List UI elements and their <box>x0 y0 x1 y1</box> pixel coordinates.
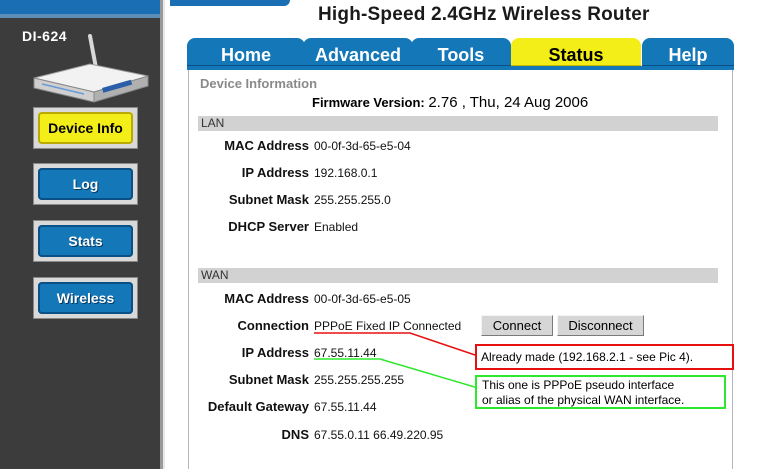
sidebar-top-stripe-secondary <box>0 14 160 18</box>
sidebar-item-label: Wireless <box>56 290 115 306</box>
tab-help[interactable]: Help <box>642 38 734 68</box>
wan-gateway-value: 67.55.11.44 <box>314 400 377 414</box>
green-annotation-callout: This one is PPPoE pseudo interface or al… <box>475 375 726 409</box>
green-annotation-line2: or alias of the physical WAN interface. <box>482 393 685 407</box>
lan-mac-label: MAC Address <box>224 138 309 153</box>
firmware-version: Firmware Version: 2.76 , Thu, 24 Aug 200… <box>312 94 588 111</box>
section-title: Device Information <box>200 76 318 91</box>
tab-label: Tools <box>437 45 485 65</box>
tab-home[interactable]: Home <box>187 38 305 68</box>
lan-mac-value: 00-0f-3d-65-e5-04 <box>314 139 411 153</box>
tab-label: Advanced <box>314 45 402 65</box>
wan-ip-value: 67.55.11.44 <box>314 346 377 360</box>
green-annotation-line1: This one is PPPoE pseudo interface <box>482 378 675 392</box>
tab-status[interactable]: Status <box>511 38 641 68</box>
wan-mac-label: MAC Address <box>224 291 309 306</box>
lan-mask-label: Subnet Mask <box>228 192 309 207</box>
wan-gateway-label: Default Gateway <box>207 399 309 414</box>
firmware-value: 2.76 , Thu, 24 Aug 2006 <box>428 94 589 111</box>
wan-connection-type: PPPoE Fixed IP <box>314 319 400 333</box>
wan-section-header: WAN <box>198 268 718 283</box>
sidebar-top-stripe <box>0 0 160 14</box>
tab-label: Home <box>220 45 271 65</box>
tab-label: Help <box>668 45 708 65</box>
sidebar-divider-light <box>163 0 165 469</box>
tab-advanced[interactable]: Advanced <box>303 38 413 68</box>
wan-mask-label: Subnet Mask <box>228 372 309 387</box>
sidebar-item-device-info[interactable]: Device Info <box>33 107 138 149</box>
tab-label: Status <box>548 45 604 65</box>
wan-mac-value: 00-0f-3d-65-e5-05 <box>314 292 411 306</box>
disconnect-button[interactable]: Disconnect <box>557 315 644 336</box>
model-label: DI-624 <box>22 28 68 44</box>
wan-dns-label: DNS <box>281 427 309 442</box>
header-accent <box>170 0 290 6</box>
lan-ip-value: 192.168.0.1 <box>314 166 378 180</box>
wan-connection-status: Connected <box>403 319 462 333</box>
tab-tools[interactable]: Tools <box>411 38 511 68</box>
tab-bar: Home Advanced Tools Status Help <box>187 38 734 68</box>
wan-connection-value: PPPoE Fixed IP Connected <box>314 319 461 333</box>
wan-ip-label: IP Address <box>241 345 309 360</box>
lan-dhcp-label: DHCP Server <box>228 219 309 234</box>
sidebar-item-label: Device Info <box>48 120 123 136</box>
lan-mask-value: 255.255.255.0 <box>314 193 391 207</box>
sidebar-item-label: Stats <box>68 233 103 249</box>
lan-ip-label: IP Address <box>241 165 309 180</box>
connect-button[interactable]: Connect <box>481 315 553 336</box>
wan-mask-value: 255.255.255.255 <box>314 373 405 387</box>
firmware-label: Firmware Version: <box>312 95 425 110</box>
lan-section-header: LAN <box>198 116 718 131</box>
page-title: High-Speed 2.4GHz Wireless Router <box>318 4 650 25</box>
lan-dhcp-value: Enabled <box>314 220 359 234</box>
sidebar-item-wireless[interactable]: Wireless <box>33 277 138 319</box>
wan-dns-value: 67.55.0.11 66.49.220.95 <box>314 428 444 442</box>
sidebar-item-log[interactable]: Log <box>33 163 138 205</box>
red-annotation-callout: Already made (192.168.2.1 - see Pic 4). <box>475 344 734 370</box>
wan-connection-label: Connection <box>237 318 310 333</box>
sidebar-item-stats[interactable]: Stats <box>33 220 138 262</box>
sidebar-item-label: Log <box>72 176 99 192</box>
